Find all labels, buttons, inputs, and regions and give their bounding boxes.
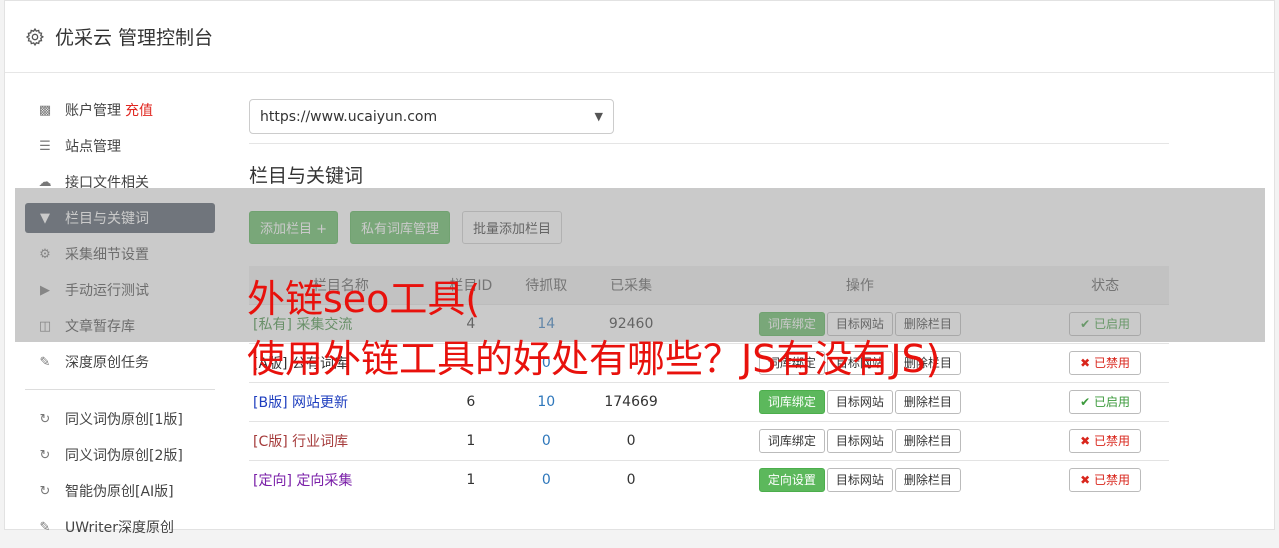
bar-chart-icon: ▩ [38, 102, 52, 118]
site-select[interactable]: https://www.ucaiyun.com ▼ [249, 99, 614, 134]
sidebar-item[interactable]: ▩ 账户管理 充值 [25, 95, 215, 125]
target-site-button[interactable]: 目标网站 [826, 467, 893, 492]
server-icon: ☰ [39, 138, 51, 154]
edit-icon: ✎ [39, 519, 51, 535]
page-title: 优采云 管理控制台 [55, 27, 214, 49]
sidebar-item-label: 账户管理 [65, 103, 121, 119]
status-cell: ✔ 已启用 [1041, 381, 1169, 421]
pending-cell[interactable]: 10 [508, 381, 584, 421]
bind-lib-button[interactable]: 词库绑定 [758, 389, 825, 414]
section-title: 栏目与关键词 [249, 165, 364, 187]
edit-icon: ✎ [39, 354, 51, 370]
sidebar-divider [25, 389, 215, 390]
column-name-cell: [C版] 行业词库 [249, 420, 433, 460]
overlay-band [15, 188, 1265, 342]
column-name[interactable]: [C版] 行业词库 [253, 434, 348, 450]
collected-cell: 0 [583, 459, 679, 499]
refresh-icon: ↻ [39, 483, 51, 499]
sidebar-item-label: 站点管理 [65, 139, 121, 155]
bind-lib-button[interactable]: 词库绑定 [758, 428, 825, 453]
divider [249, 143, 1169, 144]
delete-column-button[interactable]: 删除栏目 [894, 428, 961, 453]
close-icon: ✖ [1080, 472, 1095, 487]
close-icon: ✖ [1080, 433, 1095, 448]
header: 优采云 管理控制台 [5, 1, 1274, 73]
status-toggle[interactable]: ✖ 已禁用 [1069, 467, 1142, 492]
refresh-icon: ↻ [39, 447, 51, 463]
actions-cell: 定向设置 目标网站 删除栏目 [678, 459, 1042, 499]
sidebar-item-label: 深度原创任务 [65, 355, 149, 371]
sidebar-item[interactable]: ↻ 同义词伪原创[1版] [25, 404, 215, 434]
gear-icon [25, 27, 45, 46]
watermark-line2: 使用外链工具的好处有哪些？JS有没有JS) [247, 337, 941, 381]
delete-column-button[interactable]: 删除栏目 [894, 389, 961, 414]
pending-cell[interactable]: 0 [508, 420, 584, 460]
pending-cell[interactable]: 0 [508, 459, 584, 499]
column-name-cell: [B版] 网站更新 [249, 381, 433, 421]
collected-cell: 0 [583, 420, 679, 460]
status-label: 已禁用 [1094, 355, 1131, 370]
actions-cell: 词库绑定目标网站删除栏目 [678, 381, 1042, 421]
status-cell: ✖ 已禁用 [1041, 459, 1169, 499]
sidebar-item[interactable]: ☰ 站点管理 [25, 131, 215, 161]
target-site-button[interactable]: 目标网站 [826, 389, 893, 414]
watermark-line1: 外链seo工具( [247, 277, 481, 321]
target-site-button[interactable]: 目标网站 [826, 428, 893, 453]
sidebar-item[interactable]: ↻ 智能伪原创[AI版] [25, 476, 215, 506]
column-id-cell: 6 [432, 381, 509, 421]
sidebar-item[interactable]: ↻ 同义词伪原创[2版] [25, 440, 215, 470]
status-label: 已启用 [1094, 394, 1131, 409]
column-name[interactable]: [定向] 定向采集 [253, 473, 352, 489]
status-label: 已禁用 [1094, 433, 1131, 448]
status-cell: ✖ 已禁用 [1041, 420, 1169, 460]
status-label: 已禁用 [1094, 472, 1131, 487]
delete-column-button[interactable]: 删除栏目 [894, 467, 961, 492]
table-row: [定向] 定向采集 1 0 0 定向设置 目标网站 删除栏目 ✖ 已禁用 [249, 459, 1169, 499]
status-toggle[interactable]: ✔ 已启用 [1069, 389, 1142, 414]
sidebar-item-label: 同义词伪原创[1版] [65, 412, 183, 428]
column-id-cell: 1 [432, 420, 509, 460]
sidebar-item-label: UWriter深度原创 [65, 520, 174, 536]
status-toggle[interactable]: ✖ 已禁用 [1069, 428, 1142, 453]
recharge-link[interactable]: 充值 [125, 100, 153, 120]
status-cell: ✖ 已禁用 [1041, 342, 1169, 382]
column-id-cell: 1 [432, 459, 509, 499]
site-select-value: https://www.ucaiyun.com [260, 108, 438, 125]
refresh-icon: ↻ [39, 411, 51, 427]
actions-cell: 词库绑定目标网站删除栏目 [678, 420, 1042, 460]
sidebar-item-label: 同义词伪原创[2版] [65, 448, 183, 464]
close-icon: ✖ [1080, 355, 1095, 370]
bind-lib-button[interactable]: 定向设置 [758, 467, 825, 492]
sidebar-item[interactable]: ✎ 深度原创任务 [25, 347, 215, 377]
sidebar-item-label: 智能伪原创[AI版] [65, 484, 174, 500]
chevron-down-icon: ▼ [594, 110, 603, 123]
column-name-cell: [定向] 定向采集 [249, 459, 433, 499]
check-icon: ✔ [1080, 394, 1095, 409]
sidebar-item[interactable]: ✎ UWriter深度原创 [25, 512, 215, 542]
table-row: [B版] 网站更新 6 10 174669 词库绑定 目标网站 删除栏目 ✔ 已启用 [249, 381, 1169, 421]
column-name[interactable]: [B版] 网站更新 [253, 395, 348, 411]
collected-cell: 174669 [583, 381, 679, 421]
table-row: [C版] 行业词库 1 0 0 词库绑定 目标网站 删除栏目 ✖ 已禁用 [249, 420, 1169, 460]
status-toggle[interactable]: ✖ 已禁用 [1069, 350, 1142, 375]
